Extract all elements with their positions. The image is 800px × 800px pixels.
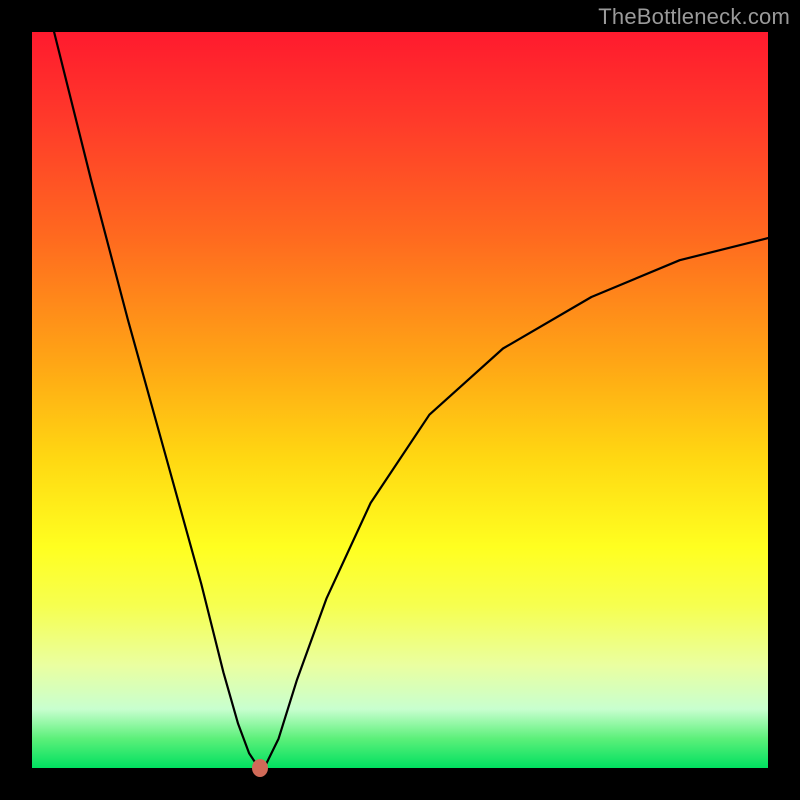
watermark-text: TheBottleneck.com — [598, 4, 790, 30]
minimum-marker — [252, 759, 268, 777]
chart-frame: TheBottleneck.com — [0, 0, 800, 800]
bottleneck-curve — [32, 32, 768, 768]
plot-area — [32, 32, 768, 768]
